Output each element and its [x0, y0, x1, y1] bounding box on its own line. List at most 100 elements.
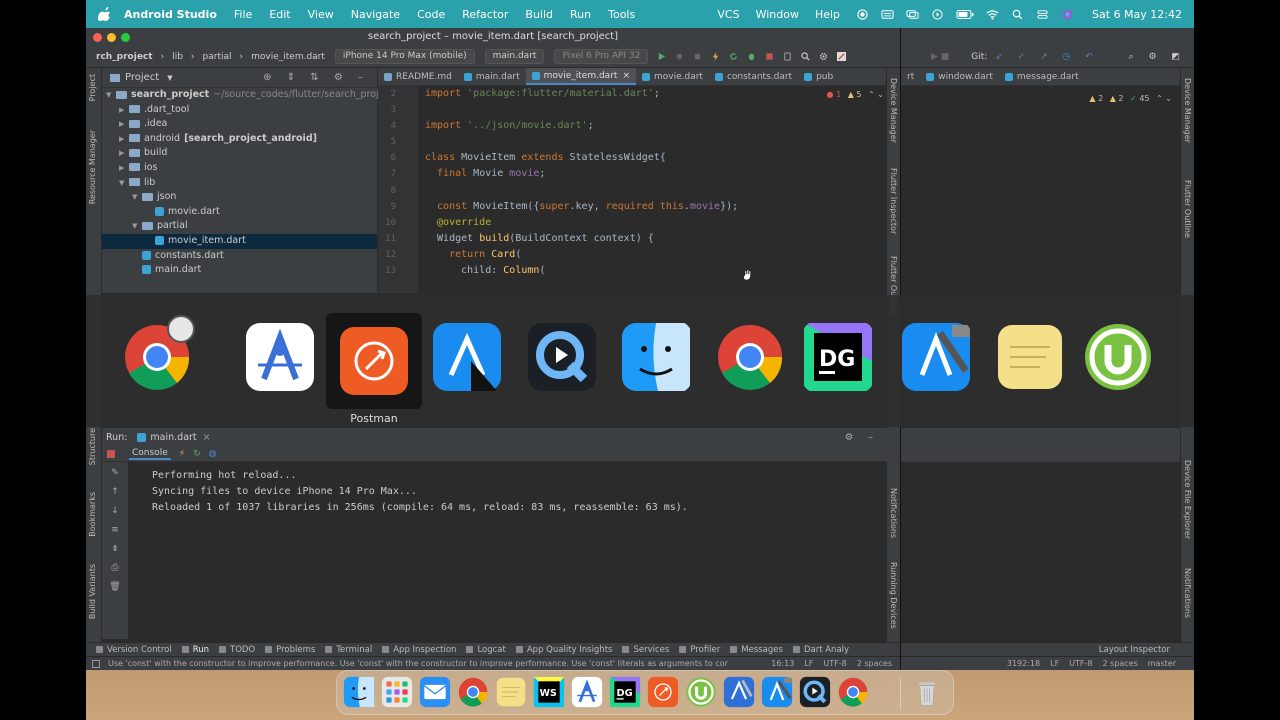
devtools-icon[interactable]: ◍ [209, 449, 217, 459]
dock-trash-icon[interactable] [911, 676, 943, 708]
dock-datagrip-icon[interactable]: DG [609, 676, 641, 708]
tree-item[interactable]: movie_item.dart [102, 233, 377, 249]
second-tool-device-file-explorer[interactable]: Device File Explorer [1183, 460, 1192, 539]
editor-tab[interactable]: pub [798, 68, 839, 85]
switcher-app-quicktime-icon[interactable] [518, 315, 598, 399]
menu-build[interactable]: Build [525, 8, 553, 21]
tree-item[interactable]: ▼ search_project ~/source_codes/flutter/se… [102, 88, 393, 103]
tool-window-resource-manager[interactable]: Resource Manager [88, 130, 97, 204]
switcher-app-android-studio-icon[interactable] [236, 315, 316, 399]
dock-finder-icon[interactable] [343, 676, 375, 708]
second-inspection-widget[interactable]: ▲ 2 ▲ 2 ✓ 45 ⌃ ⌄ [1089, 94, 1172, 103]
tree-item[interactable]: ▶ ios [102, 161, 377, 176]
status-item[interactable]: 3192:18 [1007, 659, 1040, 668]
switcher-app-xcode-instruments-icon[interactable] [423, 315, 503, 399]
dock-webstorm-icon[interactable]: WS [533, 676, 565, 708]
run-icon[interactable] [657, 52, 666, 61]
spotlight-search-icon[interactable] [1011, 9, 1024, 20]
second-tab-window[interactable]: window.dart [920, 68, 999, 86]
console-output[interactable]: Performing hot reload... Syncing files to… [152, 468, 688, 516]
tool-window-build-variants[interactable]: Build Variants [88, 564, 97, 619]
jetbrains-logo-icon[interactable] [837, 52, 847, 61]
dock-chrome-icon[interactable] [457, 676, 489, 708]
menu-help[interactable]: Help [815, 8, 840, 21]
menu-code[interactable]: Code [417, 8, 445, 21]
code-line[interactable]: child: Column( [425, 263, 886, 279]
tree-item[interactable]: ▼ lib [102, 176, 377, 191]
console-tab[interactable]: Console [129, 448, 171, 460]
chevron-down-icon[interactable]: ▼ [167, 74, 172, 82]
tree-item[interactable]: ▶ .idea [102, 117, 377, 132]
tool-window-structure[interactable]: Structure [88, 428, 97, 465]
switcher-app-stickies-icon[interactable] [986, 315, 1066, 399]
editor-tab[interactable]: README.md [378, 68, 458, 85]
tool-window-project[interactable]: Project [88, 74, 97, 101]
menu-view[interactable]: View [308, 8, 334, 21]
bottom-tab-terminal[interactable]: Terminal [325, 645, 372, 655]
status-item[interactable]: UTF-8 [1069, 659, 1092, 668]
search-icon[interactable] [801, 52, 810, 61]
tree-item[interactable]: movie.dart [102, 205, 377, 220]
bottom-tab-profiler[interactable]: Profiler [679, 645, 720, 655]
bottom-tab-app-quality-insights[interactable]: App Quality Insights [515, 645, 612, 655]
code-line[interactable]: final Movie movie; [425, 166, 886, 182]
tree-item[interactable]: ▼ partial [102, 219, 377, 234]
status-item[interactable]: 16:13 [771, 659, 794, 668]
status-message[interactable]: Use 'const' with the constructor to impr… [108, 659, 728, 668]
code-line[interactable]: Widget build(BuildContext context) { [425, 231, 886, 247]
editor-tab[interactable]: constants.dart [709, 68, 798, 85]
bottom-tab-messages[interactable]: Messages [730, 645, 783, 655]
chevron-down-icon[interactable]: ▼ [119, 176, 129, 191]
editor-tab[interactable]: main.dart [458, 68, 526, 85]
git-actions-icon[interactable]: ↙ ✓ ↗ ◷ ↶ [995, 52, 1098, 62]
code-line[interactable] [425, 102, 886, 118]
debug-icon[interactable] [675, 52, 684, 61]
device-manager-icon[interactable] [783, 52, 792, 61]
code-line[interactable] [425, 134, 886, 150]
wifi-icon[interactable] [986, 9, 999, 20]
apple-icon[interactable] [98, 7, 112, 21]
bottom-tab-app-inspection[interactable]: App Inspection [382, 645, 456, 655]
zoom-window-button[interactable] [121, 33, 130, 42]
editor-tab[interactable]: movie_item.dart × [525, 67, 636, 85]
dock-chrome-icon[interactable] [837, 676, 869, 708]
control-center-icon[interactable] [1036, 9, 1049, 20]
layout-inspector-tab[interactable]: Layout Inspector [1099, 645, 1170, 655]
code-line[interactable]: const MovieItem({super.key, required thi… [425, 199, 886, 215]
second-tab-rt[interactable]: rt [901, 68, 920, 86]
menu-navigate[interactable]: Navigate [351, 8, 400, 21]
dock-postman-icon[interactable] [647, 676, 679, 708]
run-config-selector[interactable]: main.dart [484, 49, 545, 64]
editor-tab[interactable]: movie.dart [636, 68, 709, 85]
dock-android-studio-icon[interactable] [571, 676, 603, 708]
status-item[interactable]: UTF-8 [823, 659, 846, 668]
dock-instruments-icon[interactable] [723, 676, 755, 708]
menu-bar-clock[interactable]: Sat 6 May 12:42 [1092, 8, 1182, 21]
switcher-app-chrome-icon[interactable] [706, 315, 786, 399]
second-toolbar-actions[interactable]: ⌕ ⚙ ◩ [1129, 52, 1186, 62]
dock-launchpad-icon[interactable] [381, 676, 413, 708]
chevron-right-icon[interactable]: ▶ [119, 132, 129, 147]
breadcrumb-item[interactable]: lib [172, 52, 183, 62]
bottom-tab-dart-analy[interactable]: Dart Analy [792, 645, 849, 655]
code-line[interactable]: import 'package:flutter/material.dart'; [425, 86, 886, 102]
close-tab-icon[interactable]: × [622, 67, 630, 85]
bug-icon[interactable] [747, 52, 756, 61]
status-item[interactable]: master [1148, 659, 1176, 668]
tool-window-running-devices[interactable]: Running Devices [889, 562, 898, 629]
play-icon[interactable] [931, 8, 944, 20]
keyboard-icon[interactable] [881, 9, 894, 20]
tree-item[interactable]: constants.dart [102, 249, 377, 264]
status-item[interactable]: 2 spaces [1103, 659, 1138, 668]
menu-window[interactable]: Window [756, 8, 799, 21]
tree-item[interactable]: ▶ build [102, 146, 377, 161]
bottom-tab-services[interactable]: Services [622, 645, 669, 655]
project-panel-title[interactable]: Project [125, 72, 159, 83]
siri-icon[interactable] [1061, 9, 1074, 20]
code-line[interactable]: class MovieItem extends StatelessWidget{ [425, 150, 886, 166]
close-window-button[interactable] [93, 33, 102, 42]
hot-reload-icon[interactable] [711, 52, 720, 61]
hot-reload-console-icon[interactable]: ⚡ [179, 449, 185, 459]
record-icon[interactable] [856, 8, 869, 20]
menu-app-name[interactable]: Android Studio [124, 8, 217, 21]
